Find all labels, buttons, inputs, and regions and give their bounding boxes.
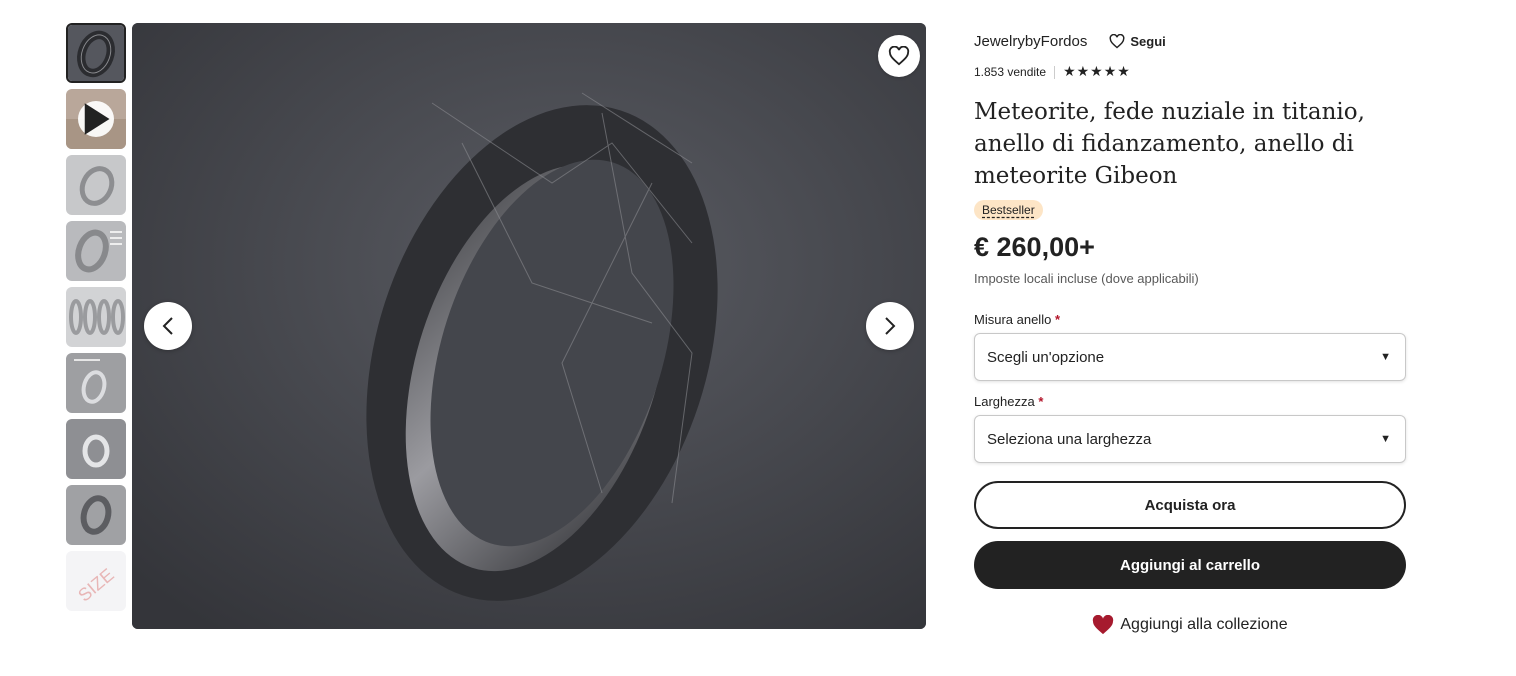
size-chart-thumbnail-image: SIZE — [66, 551, 126, 611]
add-to-cart-button[interactable]: Aggiungi al carrello — [974, 541, 1406, 589]
thumbnail-5[interactable] — [66, 287, 126, 347]
ring-thumbnail-image — [66, 353, 126, 413]
chevron-right-icon — [885, 317, 896, 335]
add-to-collection-label: Aggiungi alla collezione — [1120, 616, 1288, 633]
favorite-button[interactable] — [878, 35, 920, 77]
product-title: Meteorite, fede nuziale in titanio, anel… — [974, 99, 1365, 189]
thumbnail-9-size[interactable]: SIZE — [66, 551, 126, 611]
follow-shop-button[interactable]: Segui — [1109, 33, 1166, 49]
heart-filled-icon — [1093, 615, 1114, 635]
divider — [1054, 65, 1056, 79]
thumbnail-4[interactable] — [66, 221, 126, 281]
width-label-text: Larghezza — [974, 394, 1035, 409]
ring-size-select-value: Scegli un'opzione — [987, 348, 1105, 366]
heart-outline-icon — [888, 46, 910, 66]
width-select-value: Seleziona una larghezza — [987, 430, 1152, 448]
bestseller-badge[interactable]: Bestseller — [974, 200, 1043, 220]
product-price: € 260,00+ — [974, 232, 1095, 262]
shop-row: JewelrybyFordos Segui — [974, 30, 1406, 52]
shop-name-link[interactable]: JewelrybyFordos — [974, 33, 1087, 50]
chevron-left-icon — [162, 317, 173, 335]
add-to-collection-button[interactable]: Aggiungi alla collezione — [974, 615, 1406, 635]
ring-size-label-text: Misura anello — [974, 312, 1052, 327]
ring-thumbnail-image — [66, 221, 126, 281]
follow-label: Segui — [1130, 33, 1166, 49]
thumbnail-2-video[interactable] — [66, 89, 126, 149]
previous-image-button[interactable] — [144, 302, 192, 350]
sales-row: 1.853 vendite ★★★★★ — [974, 64, 1406, 80]
meteorite-ring-photo — [132, 23, 926, 629]
sales-count: 1.853 vendite — [974, 65, 1047, 79]
rings-thumbnail-image — [66, 287, 126, 347]
ring-size-select[interactable]: Scegli un'opzione ▼ — [974, 333, 1406, 381]
required-mark: * — [1054, 312, 1061, 327]
thumbnail-8[interactable] — [66, 485, 126, 545]
play-icon — [78, 101, 114, 137]
product-info-panel: JewelrybyFordos Segui 1.853 vendite ★★★★… — [974, 30, 1406, 635]
ring-thumbnail-image — [66, 485, 126, 545]
star-rating[interactable]: ★★★★★ — [1063, 64, 1131, 80]
thumbnail-strip: SIZE — [66, 23, 126, 617]
tax-note: Imposte locali incluse (dove applicabili… — [974, 271, 1199, 286]
ring-thumbnail-image — [66, 419, 126, 479]
next-image-button[interactable] — [866, 302, 914, 350]
thumbnail-1[interactable] — [66, 23, 126, 83]
ring-size-label: Misura anello * — [974, 312, 1406, 327]
thumbnail-3[interactable] — [66, 155, 126, 215]
width-label: Larghezza * — [974, 394, 1406, 409]
heart-outline-icon — [1109, 33, 1125, 48]
buy-now-button[interactable]: Acquista ora — [974, 481, 1406, 529]
caret-down-icon: ▼ — [1380, 351, 1391, 363]
required-mark: * — [1038, 394, 1044, 409]
ring-thumbnail-image — [66, 155, 126, 215]
ring-thumbnail-image — [68, 25, 124, 81]
caret-down-icon: ▼ — [1380, 433, 1391, 445]
thumbnail-6[interactable] — [66, 353, 126, 413]
thumbnail-7[interactable] — [66, 419, 126, 479]
width-select[interactable]: Seleziona una larghezza ▼ — [974, 415, 1406, 463]
main-product-image — [132, 23, 926, 629]
